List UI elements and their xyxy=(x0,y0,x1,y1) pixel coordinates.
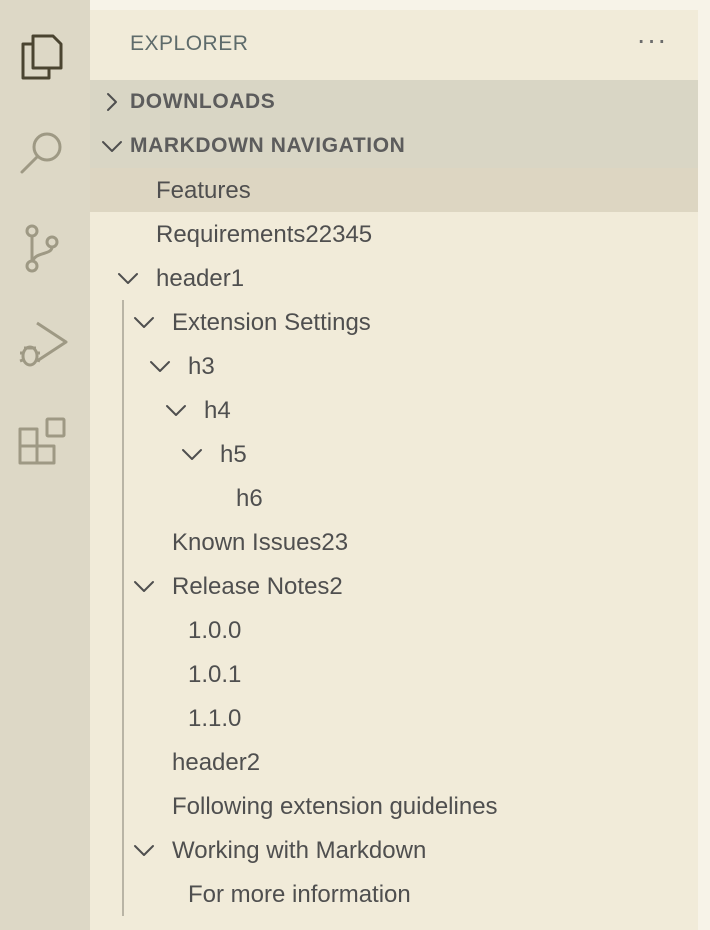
tree-item[interactable]: Features xyxy=(90,168,698,212)
tree-item-label: 1.0.0 xyxy=(188,617,242,644)
chevron-down-icon[interactable] xyxy=(132,838,156,862)
search-icon[interactable] xyxy=(15,126,69,180)
tree-item[interactable]: 1.0.1 xyxy=(90,652,698,696)
chevron-down-icon[interactable] xyxy=(180,442,204,466)
tree-item-label: 1.0.1 xyxy=(188,661,242,688)
section-downloads[interactable]: DOWNLOADS xyxy=(90,80,698,124)
tree-item[interactable]: header1 xyxy=(90,256,698,300)
tree-item[interactable]: Known Issues23 xyxy=(90,520,698,564)
chevron-down-icon xyxy=(100,134,124,158)
tree-item[interactable]: 1.0.0 xyxy=(90,608,698,652)
tree-item-label: 1.1.0 xyxy=(188,705,242,732)
tree-item-label: Following extension guidelines xyxy=(172,793,498,820)
extensions-icon[interactable] xyxy=(15,414,69,468)
chevron-down-icon[interactable] xyxy=(132,310,156,334)
section-label: MARKDOWN NAVIGATION xyxy=(130,134,406,157)
vscode-window: EXPLORER ··· DOWNLOADS MARKDOWN NAVIGATI… xyxy=(0,0,710,930)
tree-item-label: h5 xyxy=(220,441,247,468)
tree-item[interactable]: Extension Settings xyxy=(90,300,698,344)
tree-item[interactable]: For more information xyxy=(90,872,698,916)
tree-item-label: h3 xyxy=(188,353,215,380)
explorer-sidebar: EXPLORER ··· DOWNLOADS MARKDOWN NAVIGATI… xyxy=(90,10,698,930)
section-label: DOWNLOADS xyxy=(130,90,276,113)
files-icon[interactable] xyxy=(15,30,69,84)
tree-item-label: Features xyxy=(156,177,251,204)
activity-bar xyxy=(0,0,90,930)
section-markdown-navigation[interactable]: MARKDOWN NAVIGATION xyxy=(90,124,698,168)
tree-item-label: Release Notes2 xyxy=(172,573,343,600)
tree-item[interactable]: header2 xyxy=(90,740,698,784)
tree-item[interactable]: h6 xyxy=(90,476,698,520)
tree-item-label: h4 xyxy=(204,397,231,424)
tree-item[interactable]: 1.1.0 xyxy=(90,696,698,740)
source-control-icon[interactable] xyxy=(15,222,69,276)
tree-item-label: header1 xyxy=(156,265,245,292)
tree-item-label: Working with Markdown xyxy=(172,837,427,864)
tree-item-label: header2 xyxy=(172,749,261,776)
tree-item-label: For more information xyxy=(188,881,411,908)
window-edge xyxy=(90,0,698,10)
tree-item-label: Known Issues23 xyxy=(172,529,349,556)
tree-item[interactable]: h4 xyxy=(90,388,698,432)
tree-item[interactable]: Release Notes2 xyxy=(90,564,698,608)
tree-item[interactable]: Following extension guidelines xyxy=(90,784,698,828)
tree-item-label: h6 xyxy=(236,485,263,512)
tree-item-label: Extension Settings xyxy=(172,309,371,336)
tree-item-label: Requirements22345 xyxy=(156,221,373,248)
tree-item[interactable]: Requirements22345 xyxy=(90,212,698,256)
chevron-down-icon[interactable] xyxy=(116,266,140,290)
tree-item[interactable]: h5 xyxy=(90,432,698,476)
sidebar-title: EXPLORER xyxy=(130,32,249,55)
chevron-down-icon[interactable] xyxy=(148,354,172,378)
more-actions-icon[interactable]: ··· xyxy=(632,22,672,62)
chevron-right-icon xyxy=(100,90,124,114)
run-debug-icon[interactable] xyxy=(15,318,69,372)
tree-item[interactable]: Working with Markdown xyxy=(90,828,698,872)
chevron-down-icon[interactable] xyxy=(164,398,188,422)
chevron-down-icon[interactable] xyxy=(132,574,156,598)
window-edge xyxy=(698,0,710,930)
tree-item[interactable]: h3 xyxy=(90,344,698,388)
